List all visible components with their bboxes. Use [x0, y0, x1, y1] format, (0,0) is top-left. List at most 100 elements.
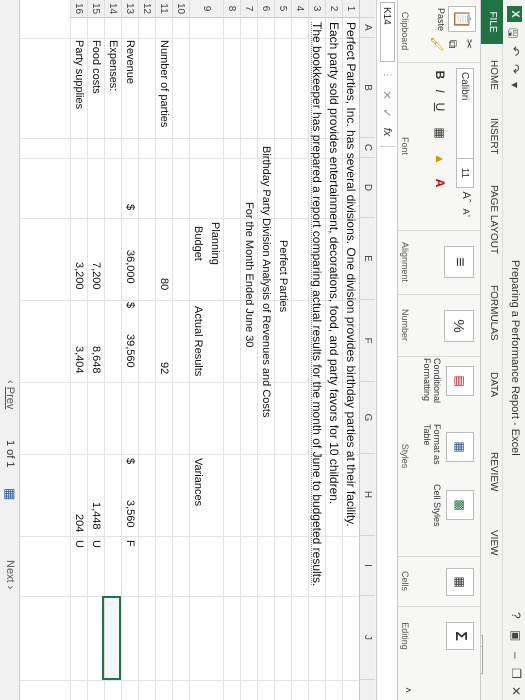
row-header[interactable]: 3 — [308, 0, 325, 18]
tab-page-layout[interactable]: PAGE LAYOUT — [488, 185, 499, 254]
row-header[interactable]: 6 — [257, 0, 274, 18]
percent-icon[interactable]: % — [444, 310, 474, 342]
header-actual-results[interactable]: Actual Results — [189, 306, 206, 376]
decrease-font-icon[interactable]: Aˇ — [458, 206, 474, 220]
tab-review[interactable]: REVIEW — [488, 452, 499, 491]
row-header[interactable]: 16 — [70, 0, 87, 18]
row-header[interactable]: 1 — [342, 0, 359, 18]
report-title[interactable]: Perfect Parties — [274, 240, 291, 312]
food-variance[interactable]: 1,448 — [87, 502, 104, 530]
tab-view[interactable]: VIEW — [488, 530, 499, 556]
minimize-icon[interactable]: – — [509, 652, 523, 659]
tab-formulas[interactable]: FORMULAS — [488, 285, 499, 341]
cancel-icon[interactable]: ✕ — [380, 88, 395, 102]
select-all-corner[interactable] — [359, 0, 375, 18]
underline-button[interactable]: U — [432, 100, 448, 114]
enter-icon[interactable]: ✓ — [380, 106, 395, 120]
row-header[interactable]: 5 — [274, 0, 291, 18]
selected-cell[interactable] — [102, 596, 121, 680]
ribbon-display-options-icon[interactable]: ▣ — [509, 630, 523, 641]
prev-button[interactable]: ‹ Prev — [4, 380, 16, 409]
label-food-costs[interactable]: Food costs — [87, 40, 104, 94]
paste-label[interactable]: Paste — [436, 8, 446, 31]
column-header[interactable]: A — [359, 18, 375, 38]
bold-button[interactable]: B — [432, 68, 448, 82]
row-header[interactable]: 9 — [189, 0, 223, 18]
column-header[interactable]: F — [359, 300, 375, 382]
revenue-budget[interactable]: 36,000 — [121, 250, 138, 284]
borders-icon[interactable]: ▦ — [432, 124, 448, 142]
grid-view-icon[interactable]: ▦ — [2, 488, 18, 500]
redo-icon[interactable]: ↷ — [508, 64, 522, 74]
food-actual[interactable]: 8,648 — [87, 346, 104, 374]
formula-input[interactable] — [380, 146, 395, 696]
next-button[interactable]: Next › — [4, 560, 16, 589]
cut-icon[interactable]: ✂ — [462, 36, 476, 52]
supplies-budget[interactable]: 3,200 — [70, 262, 87, 290]
name-box[interactable]: K14 — [380, 2, 395, 62]
supplies-variance-flag[interactable]: U — [70, 540, 87, 548]
header-planning[interactable]: Planning — [206, 222, 223, 265]
row-header[interactable]: 10 — [172, 0, 189, 18]
food-budget[interactable]: 7,200 — [87, 262, 104, 290]
revenue-variance[interactable]: 3,560 — [121, 500, 138, 528]
italic-button[interactable]: I — [432, 84, 448, 98]
fill-color-icon[interactable]: ▲ — [432, 150, 448, 168]
report-subtitle[interactable]: Birthday Party Division Analysis of Reve… — [257, 146, 274, 417]
column-header[interactable]: B — [359, 38, 375, 138]
label-revenue[interactable]: Revenue — [121, 40, 138, 84]
revenue-actual[interactable]: 39,560 — [121, 334, 138, 368]
column-header[interactable]: I — [359, 536, 375, 596]
tab-data[interactable]: DATA — [488, 372, 499, 397]
header-budget[interactable]: Budget — [189, 226, 206, 261]
header-variances[interactable]: Variances — [189, 458, 206, 506]
font-size-select[interactable]: 11 — [456, 158, 474, 188]
label-number-of-parties[interactable]: Number of parties — [155, 40, 172, 127]
revenue-currency[interactable]: $ — [121, 302, 138, 308]
row-header[interactable]: 11 — [155, 0, 172, 18]
increase-font-icon[interactable]: Aˆ — [458, 190, 474, 204]
help-button[interactable]: ? — [509, 612, 523, 619]
format-as-table-label[interactable]: Format as Table — [422, 424, 442, 472]
revenue-currency[interactable]: $ — [121, 458, 138, 464]
intro-line-1[interactable]: Perfect Parties, Inc. has several divisi… — [342, 22, 359, 527]
tab-file[interactable]: FILE — [481, 0, 503, 44]
more-icon[interactable]: ⋮ — [380, 70, 395, 80]
row-header[interactable]: 4 — [291, 0, 308, 18]
row-header[interactable]: 13 — [121, 0, 138, 18]
cell-styles-label[interactable]: Cell Styles — [432, 484, 442, 528]
intro-line-2[interactable]: Each party sold provides entertainment, … — [325, 22, 342, 504]
column-header[interactable]: C — [359, 138, 375, 158]
row-header[interactable]: 15 — [87, 0, 104, 18]
label-party-supplies[interactable]: Party supplies — [70, 40, 87, 109]
save-icon[interactable]: 🖫 — [501, 28, 522, 38]
column-header[interactable]: D — [359, 158, 375, 218]
collapse-ribbon-icon[interactable]: ˄ — [402, 684, 414, 696]
restore-icon[interactable]: ❐ — [509, 668, 523, 679]
alignment-icon[interactable]: ≡ — [444, 246, 474, 278]
conditional-formatting-label[interactable]: Conditional Formatting — [422, 358, 442, 416]
undo-icon[interactable]: ↶ — [508, 46, 522, 56]
format-as-table-icon[interactable]: ▦ — [446, 432, 474, 462]
parties-budget[interactable]: 80 — [155, 278, 172, 290]
paste-icon[interactable]: 📋 — [448, 6, 476, 32]
supplies-variance[interactable]: 204 — [70, 514, 87, 532]
food-variance-flag[interactable]: U — [87, 540, 104, 548]
cells-icon[interactable]: ▦ — [446, 568, 474, 596]
revenue-currency[interactable]: $ — [121, 204, 138, 210]
cell-styles-icon[interactable]: ▩ — [446, 490, 474, 520]
intro-line-3[interactable]: The bookkeeper has prepared a report com… — [308, 22, 325, 586]
row-header[interactable]: 2 — [325, 0, 342, 18]
conditional-formatting-icon[interactable]: ▤ — [446, 366, 474, 396]
worksheet-grid[interactable]: A B C D E F G H I J 1 2 3 4 5 6 7 8 9 10… — [20, 0, 375, 700]
report-period[interactable]: For the Month Ended June 30 — [240, 202, 257, 348]
row-header[interactable]: 7 — [240, 0, 257, 18]
font-color-icon[interactable]: A — [432, 174, 448, 192]
column-header[interactable]: H — [359, 454, 375, 536]
column-header[interactable]: G — [359, 382, 375, 454]
column-header[interactable]: J — [359, 596, 375, 680]
format-painter-icon[interactable]: 🖌 — [430, 36, 444, 52]
column-header[interactable]: E — [359, 218, 375, 300]
copy-icon[interactable]: ⧉ — [446, 36, 461, 52]
supplies-actual[interactable]: 3,404 — [70, 346, 87, 374]
